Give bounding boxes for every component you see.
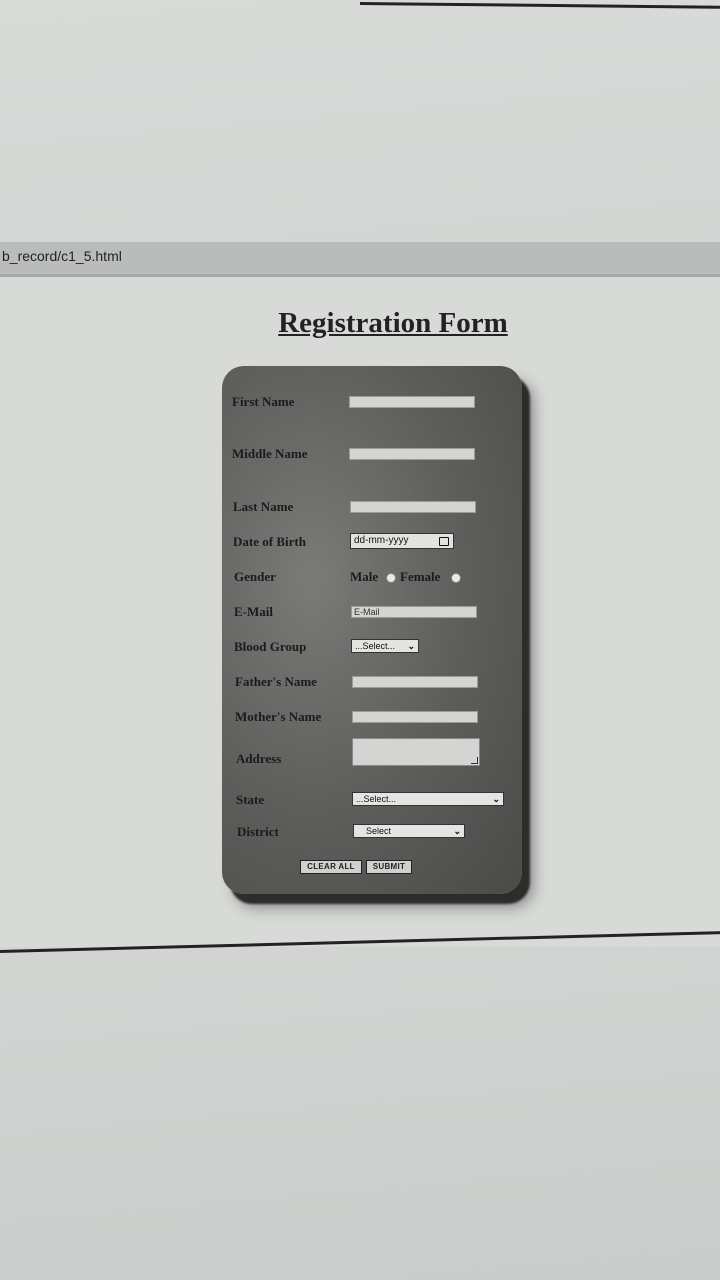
gender-female-label: Female [400, 569, 441, 584]
page-title: Registration Form [278, 307, 508, 339]
resize-handle-icon[interactable] [471, 757, 478, 764]
state-label: State [236, 792, 265, 807]
gender-female-radio[interactable] [451, 573, 461, 583]
chevron-down-icon: ⌄ [407, 641, 415, 651]
dob-placeholder: dd-mm-yyyy [354, 535, 409, 546]
calendar-icon[interactable] [439, 537, 449, 546]
gender-male-radio[interactable] [386, 573, 396, 583]
middle-name-label: Middle Name [232, 446, 308, 461]
last-name-label: Last Name [233, 499, 294, 514]
state-selected: ...Select... [356, 794, 397, 804]
submit-button[interactable]: SUBMIT [366, 860, 412, 874]
row-mother-name: Mother's Name [222, 707, 522, 727]
blood-group-selected: ...Select... [355, 641, 396, 651]
row-district: District Select ⌄ [222, 822, 522, 842]
state-select[interactable]: ...Select... ⌄ [352, 792, 504, 806]
gender-male-label: Male [350, 569, 379, 584]
district-selected: Select [366, 826, 392, 836]
row-email: E-Mail E-Mail [222, 602, 522, 622]
chevron-down-icon: ⌄ [492, 794, 500, 804]
row-father-name: Father's Name [222, 672, 522, 692]
blood-group-select[interactable]: ...Select... ⌄ [351, 639, 419, 653]
first-name-input[interactable] [349, 396, 475, 408]
email-input[interactable]: E-Mail [351, 606, 477, 618]
mother-name-label: Mother's Name [235, 709, 322, 724]
address-text: b_record/c1_5.html [2, 248, 122, 264]
email-label: E-Mail [234, 604, 273, 619]
dob-input[interactable]: dd-mm-yyyy [350, 533, 454, 549]
district-label: District [237, 824, 279, 839]
gender-label: Gender [234, 569, 276, 584]
row-middle-name: Middle Name [222, 444, 522, 464]
row-blood-group: Blood Group ...Select... ⌄ [222, 637, 522, 657]
address-textarea[interactable] [352, 738, 480, 766]
address-bar[interactable]: b_record/c1_5.html [0, 242, 720, 277]
blood-group-label: Blood Group [234, 639, 307, 654]
last-name-input[interactable] [350, 501, 476, 513]
middle-name-input[interactable] [349, 448, 475, 460]
first-name-label: First Name [232, 394, 295, 409]
district-select[interactable]: Select ⌄ [353, 824, 465, 838]
registration-form: First Name Middle Name Last Name Date of… [222, 366, 522, 894]
father-name-input[interactable] [352, 676, 478, 688]
mother-name-input[interactable] [352, 711, 478, 723]
row-state: State ...Select... ⌄ [222, 790, 522, 810]
dob-label: Date of Birth [233, 534, 306, 549]
row-first-name: First Name [222, 392, 522, 412]
row-dob: Date of Birth dd-mm-yyyy [222, 532, 522, 552]
father-name-label: Father's Name [235, 674, 317, 689]
address-label: Address [236, 751, 282, 766]
row-last-name: Last Name [222, 497, 522, 517]
clear-all-button[interactable]: CLEAR ALL [300, 860, 362, 874]
row-gender: Gender Male Female [222, 567, 522, 587]
chevron-down-icon: ⌄ [453, 826, 461, 836]
